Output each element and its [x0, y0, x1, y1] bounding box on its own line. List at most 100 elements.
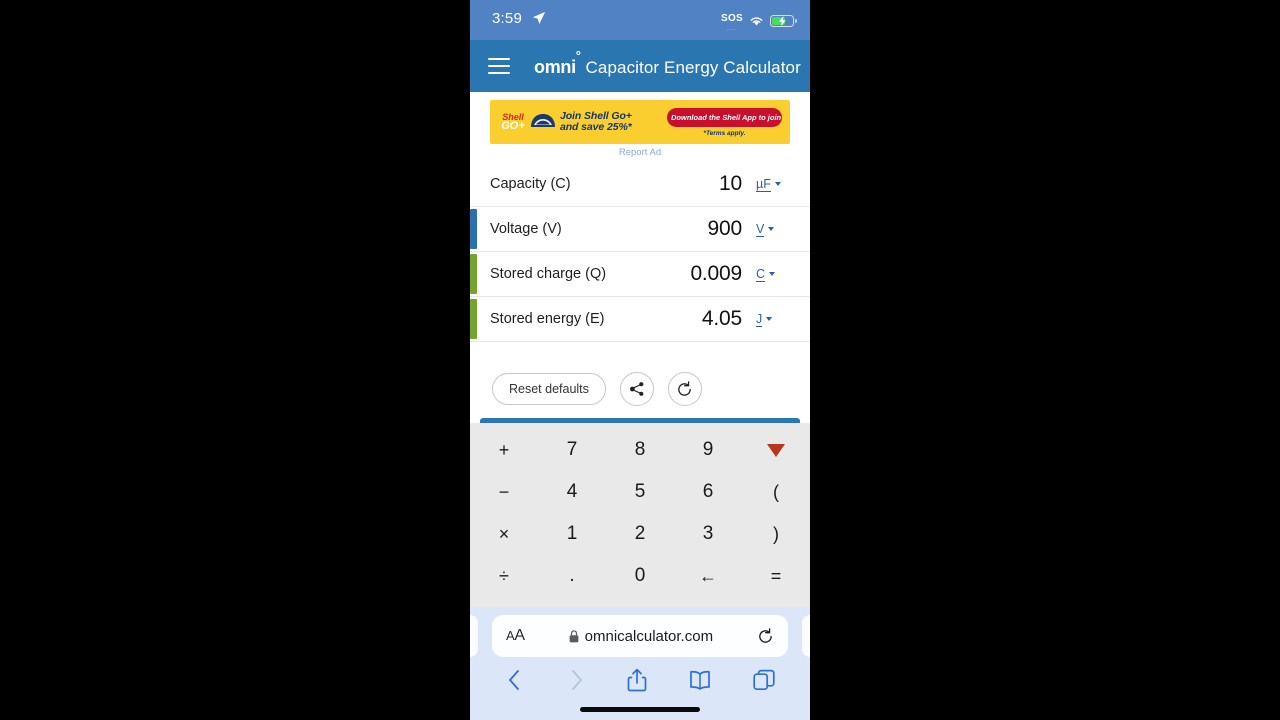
key-plus[interactable]: + — [470, 429, 538, 471]
key-8[interactable]: 8 — [606, 429, 674, 471]
key-9[interactable]: 9 — [674, 429, 742, 471]
status-time: 3:59 — [492, 10, 522, 27]
next-tab-peek[interactable] — [802, 615, 810, 657]
stored-energy-input[interactable]: 4.05 — [702, 307, 756, 331]
row-accent-bar — [470, 254, 477, 294]
safari-toolbar — [470, 657, 810, 703]
chevron-down-icon — [774, 182, 781, 186]
key-close-paren[interactable]: ) — [742, 513, 810, 555]
stored-energy-unit-select[interactable]: J — [756, 312, 790, 327]
screen-background: 3:59 SOS .... omni° Capacitor Energy Cal… — [0, 0, 1280, 720]
key-divide[interactable]: ÷ — [470, 555, 538, 597]
calculator-rows: Capacity (C) 10 µF Voltage (V) 900 V Sto… — [470, 162, 810, 342]
page-content: Shell GO+ Join Shell Go+ and save 25%* D… — [470, 92, 810, 607]
calculator-row-stored-charge: Stored charge (Q) 0.009 C — [470, 252, 810, 297]
key-3[interactable]: 3 — [674, 513, 742, 555]
tabs-icon[interactable] — [753, 669, 775, 691]
stored-charge-input[interactable]: 0.009 — [690, 262, 756, 286]
row-accent-bar — [470, 299, 477, 339]
report-ad-link[interactable]: Report Ad — [490, 144, 790, 162]
keyboard-handle-area — [470, 414, 810, 423]
omni-logo[interactable]: omni° — [534, 48, 581, 77]
triangle-down-icon — [767, 443, 785, 457]
key-multiply[interactable]: × — [470, 513, 538, 555]
url-text: omnicalculator.com — [584, 627, 714, 645]
ios-status-bar: 3:59 SOS .... — [470, 0, 810, 40]
key-0[interactable]: 0 — [606, 555, 674, 597]
status-right-cluster: SOS .... — [720, 9, 797, 32]
ad-terms-text: *Terms apply. — [703, 129, 746, 137]
voltage-input[interactable]: 900 — [708, 217, 756, 241]
key-2[interactable]: 2 — [606, 513, 674, 555]
row-label: Stored charge (Q) — [490, 266, 607, 282]
share-button[interactable] — [619, 372, 654, 406]
back-chevron-icon[interactable] — [505, 669, 525, 691]
numeric-keypad: + 7 8 9 − 4 5 6 ( × 1 2 3) ÷ . 0 ← = — [470, 423, 810, 607]
stored-charge-unit-select[interactable]: C — [756, 267, 790, 282]
shell-pecten-icon — [531, 114, 555, 127]
key-equals[interactable]: = — [742, 555, 810, 597]
app-brand-title: omni° Capacitor Energy Calculator — [534, 48, 801, 78]
ad-cta-group: Download the Shell App to join *Terms ap… — [667, 107, 782, 137]
reset-defaults-button[interactable]: Reset defaults — [492, 373, 606, 405]
keypad-row: × 1 2 3 ) — [470, 513, 810, 555]
forward-chevron-icon — [571, 670, 582, 690]
hamburger-menu-icon[interactable] — [488, 58, 510, 74]
refresh-icon — [678, 380, 692, 396]
chevron-down-icon — [769, 272, 776, 276]
key-7[interactable]: 7 — [538, 429, 606, 471]
key-6[interactable]: 6 — [674, 471, 742, 513]
sos-indicator: SOS .... — [720, 13, 743, 32]
calculator-row-stored-energy: Stored energy (E) 4.05 J — [470, 297, 810, 342]
app-header-bar: omni° Capacitor Energy Calculator — [470, 40, 810, 92]
lock-icon — [569, 629, 579, 642]
url-bar-row: AA omnicalculator.com — [470, 615, 810, 657]
keypad-row: ÷ . 0 ← = — [470, 555, 810, 597]
key-decimal-point[interactable]: . — [538, 555, 606, 597]
chevron-down-icon — [768, 227, 775, 231]
shell-logo: Shell GO+ — [501, 111, 525, 132]
url-display: omnicalculator.com — [525, 628, 757, 645]
key-open-paren[interactable]: ( — [742, 471, 810, 513]
keypad-row: + 7 8 9 — [470, 429, 810, 471]
calculator-row-capacity: Capacity (C) 10 µF — [470, 162, 810, 207]
key-5[interactable]: 5 — [606, 471, 674, 513]
key-4[interactable]: 4 — [538, 471, 606, 513]
action-button-row: Reset defaults — [470, 342, 810, 414]
chevron-down-icon — [766, 317, 773, 321]
share-icon[interactable] — [627, 668, 647, 692]
calculator-row-voltage: Voltage (V) 900 V — [470, 207, 810, 252]
reload-icon[interactable] — [757, 627, 774, 645]
ad-headline: Join Shell Go+ and save 25%* — [560, 109, 632, 133]
key-backspace[interactable]: ← — [674, 555, 742, 597]
row-accent-bar — [470, 209, 477, 249]
capacity-unit-select[interactable]: µF — [756, 177, 790, 192]
key-minus[interactable]: − — [470, 471, 538, 513]
shell-ad-banner[interactable]: Shell GO+ Join Shell Go+ and save 25%* D… — [490, 100, 790, 144]
bookmarks-icon[interactable] — [688, 670, 712, 690]
page-title: Capacitor Energy Calculator — [585, 58, 801, 77]
previous-tab-peek[interactable] — [470, 615, 478, 657]
key-1[interactable]: 1 — [538, 513, 606, 555]
ad-cta-button[interactable]: Download the Shell App to join — [667, 107, 782, 127]
row-label: Capacity (C) — [490, 176, 571, 192]
text-size-button[interactable]: AA — [506, 627, 525, 645]
ad-container: Shell GO+ Join Shell Go+ and save 25%* D… — [470, 92, 810, 162]
address-bar[interactable]: AA omnicalculator.com — [492, 615, 788, 657]
home-indicator[interactable] — [580, 707, 700, 712]
wifi-icon — [750, 16, 763, 25]
location-arrow-icon — [532, 11, 546, 25]
phone-screen: 3:59 SOS .... omni° Capacitor Energy Cal… — [470, 0, 810, 720]
voltage-unit-select[interactable]: V — [756, 222, 790, 237]
capacity-input[interactable]: 10 — [719, 172, 756, 196]
battery-charging-icon — [770, 14, 797, 27]
bolt-icon — [779, 15, 786, 26]
safari-bottom-bars: AA omnicalculator.com — [470, 607, 810, 720]
share-nodes-icon — [629, 382, 644, 396]
row-label: Voltage (V) — [490, 221, 562, 237]
row-label: Stored energy (E) — [490, 311, 605, 327]
key-collapse-keyboard[interactable] — [742, 429, 810, 471]
keypad-row: − 4 5 6 ( — [470, 471, 810, 513]
recalculate-button[interactable] — [667, 372, 702, 406]
home-indicator-area — [470, 703, 810, 720]
